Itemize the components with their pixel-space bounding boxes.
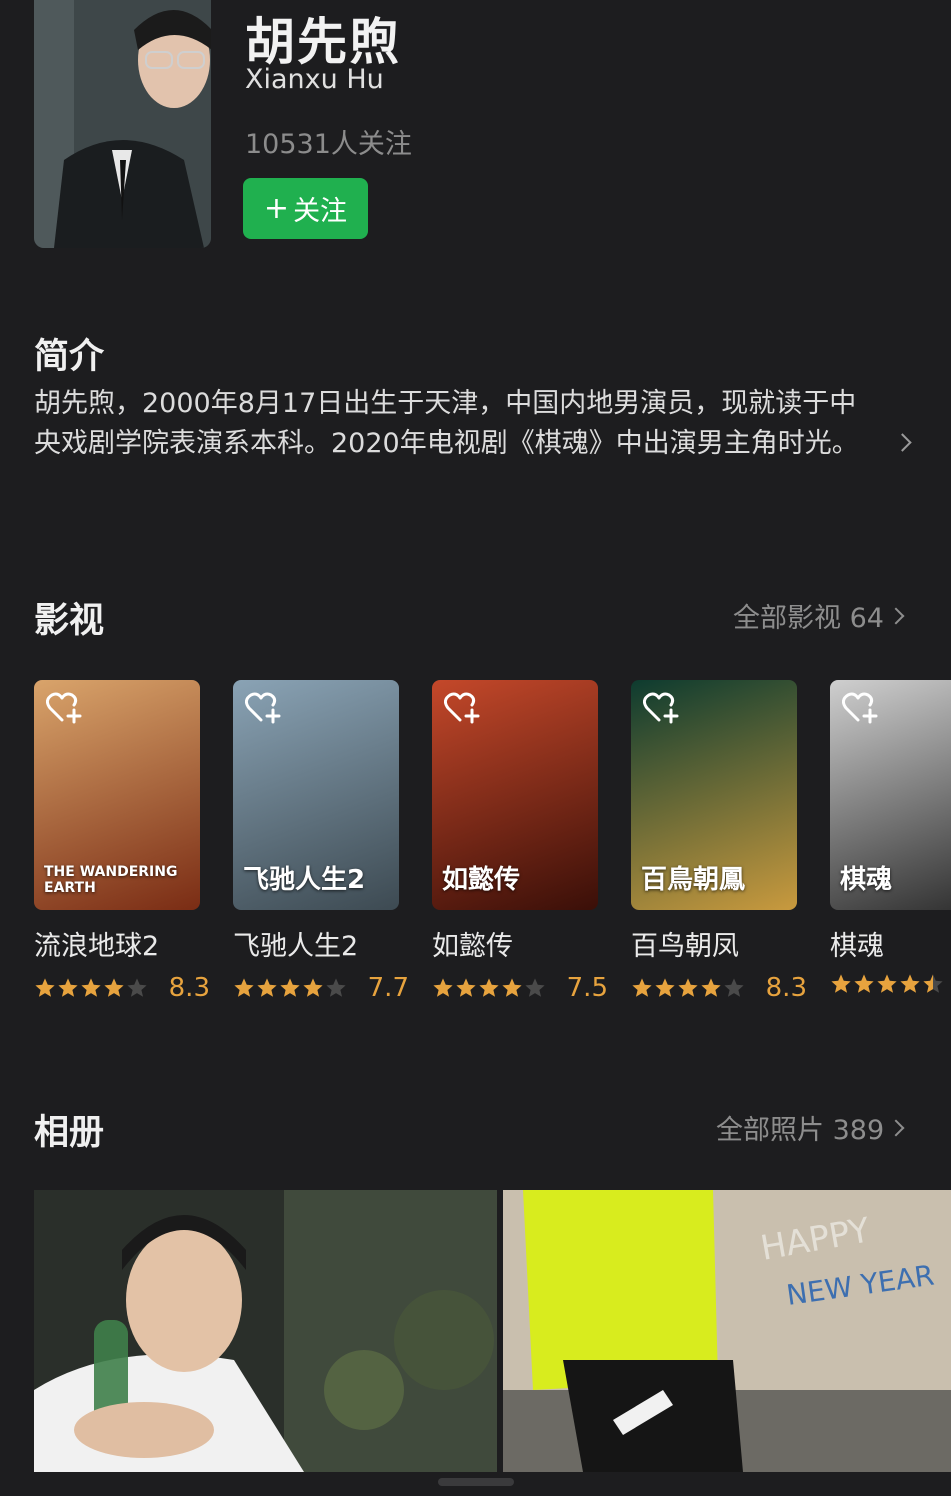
album-photo-1[interactable] xyxy=(34,1190,497,1472)
film-card[interactable]: 如懿传 如懿传 7.5 xyxy=(432,680,608,1003)
rating-stars xyxy=(432,977,546,999)
plus-icon: + xyxy=(263,190,290,226)
rating-stars xyxy=(830,973,944,995)
chevron-right-icon[interactable] xyxy=(893,433,912,452)
add-favorite-icon[interactable] xyxy=(842,692,878,724)
star-icon xyxy=(502,978,522,997)
film-title: 飞驰人生2 xyxy=(233,931,359,962)
all-films-link[interactable]: 全部影视 64 xyxy=(733,596,905,635)
film-card[interactable]: 棋魂 棋魂 xyxy=(830,680,951,1003)
star-icon xyxy=(854,974,874,993)
film-title: 百鸟朝凤 xyxy=(631,931,739,962)
add-favorite-icon[interactable] xyxy=(245,692,281,724)
film-card[interactable]: 飞驰人生2 飞驰人生2 7.7 xyxy=(233,680,409,1003)
actor-profile-page: 胡先煦 Xianxu Hu 10531人关注 + 关注 简介 胡先煦，2000年… xyxy=(0,0,951,1496)
star-icon xyxy=(58,978,78,997)
film-rating: 8.3 xyxy=(631,973,807,1003)
star-icon xyxy=(877,974,897,993)
poster-caption: 棋魂 xyxy=(840,865,893,895)
rating-stars xyxy=(34,977,148,999)
actor-avatar[interactable] xyxy=(34,0,211,248)
star-icon xyxy=(326,978,346,997)
rating-stars xyxy=(233,977,347,999)
add-favorite-icon[interactable] xyxy=(444,692,480,724)
film-card[interactable]: 百鳥朝鳳百鸟朝凤 8.3 xyxy=(631,680,807,1003)
star-icon xyxy=(35,978,55,997)
film-title: 如懿传 xyxy=(432,931,513,962)
star-icon xyxy=(525,978,545,997)
poster-caption: 百鳥朝鳳 xyxy=(641,865,746,895)
chevron-right-icon xyxy=(887,607,905,624)
film-list: THE WANDERING EARTH 流浪地球2 8.3 飞驰人生2 飞驰人生2 7.7… xyxy=(34,680,951,1003)
rating-stars xyxy=(631,977,745,999)
intro-title: 简介 xyxy=(34,337,105,377)
star-icon xyxy=(456,978,476,997)
intro-text[interactable]: 胡先煦，2000年8月17日出生于天津，中国内地男演员，现就读于中央戏剧学院表演… xyxy=(34,384,874,464)
add-favorite-icon[interactable] xyxy=(643,692,679,724)
album-photo-2[interactable]: HAPPY NEW YEAR xyxy=(503,1190,951,1472)
photo-illustration xyxy=(34,1190,497,1472)
star-icon xyxy=(479,978,499,997)
film-score: 7.7 xyxy=(367,973,409,1003)
star-icon xyxy=(701,978,721,997)
photo-illustration: HAPPY NEW YEAR xyxy=(503,1190,951,1472)
follow-button-label: 关注 xyxy=(293,196,348,227)
film-rating: 7.5 xyxy=(432,973,608,1003)
star-icon xyxy=(724,978,744,997)
film-poster[interactable]: 飞驰人生2 xyxy=(233,680,399,910)
film-rating xyxy=(830,973,951,995)
film-poster[interactable]: THE WANDERING EARTH xyxy=(34,680,200,910)
avatar-illustration xyxy=(34,0,211,248)
actor-name-en: Xianxu Hu xyxy=(245,64,384,95)
star-icon xyxy=(234,978,254,997)
film-score: 7.5 xyxy=(566,973,608,1003)
follow-button[interactable]: + 关注 xyxy=(243,178,368,239)
star-icon xyxy=(280,978,300,997)
film-rating: 8.3 xyxy=(34,973,210,1003)
film-score: 8.3 xyxy=(168,973,210,1003)
album-title: 相册 xyxy=(34,1113,105,1153)
star-icon xyxy=(678,978,698,997)
poster-caption: THE WANDERING EARTH xyxy=(44,864,178,896)
film-poster[interactable]: 百鳥朝鳳 xyxy=(631,680,797,910)
home-indicator[interactable] xyxy=(438,1478,514,1486)
poster-caption: 飞驰人生2 xyxy=(243,865,366,895)
star-icon xyxy=(433,978,453,997)
add-favorite-icon[interactable] xyxy=(46,692,82,724)
all-films-label: 全部影视 64 xyxy=(733,603,884,634)
all-photos-label: 全部照片 389 xyxy=(716,1115,885,1146)
star-icon xyxy=(831,974,851,993)
star-icon xyxy=(127,978,147,997)
star-icon xyxy=(81,978,101,997)
films-title: 影视 xyxy=(34,601,105,641)
star-icon xyxy=(900,974,920,993)
star-icon xyxy=(655,978,675,997)
film-title: 流浪地球2 xyxy=(34,931,160,962)
poster-caption: 如懿传 xyxy=(442,865,521,895)
star-icon xyxy=(923,974,943,993)
film-title: 棋魂 xyxy=(830,931,884,962)
film-poster[interactable]: 如懿传 xyxy=(432,680,598,910)
chevron-right-icon xyxy=(887,1119,905,1136)
film-card[interactable]: THE WANDERING EARTH 流浪地球2 8.3 xyxy=(34,680,210,1003)
star-icon xyxy=(632,978,652,997)
film-score: 8.3 xyxy=(765,973,807,1003)
film-rating: 7.7 xyxy=(233,973,409,1003)
star-icon xyxy=(257,978,277,997)
follower-count: 10531人关注 xyxy=(245,129,412,160)
star-icon xyxy=(303,978,323,997)
star-icon xyxy=(104,978,124,997)
all-photos-link[interactable]: 全部照片 389 xyxy=(716,1108,905,1147)
film-poster[interactable]: 棋魂 xyxy=(830,680,951,910)
